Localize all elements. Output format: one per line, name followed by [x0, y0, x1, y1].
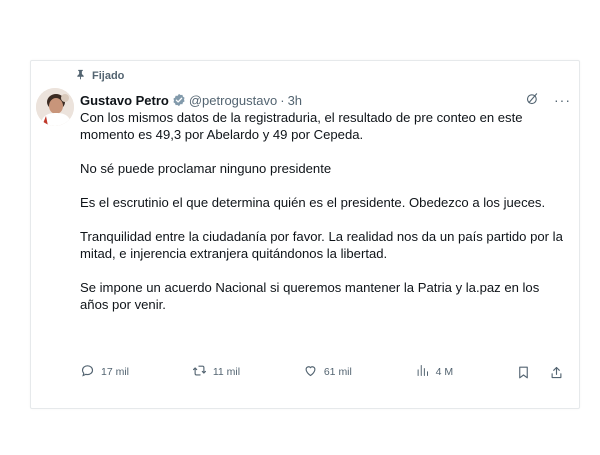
pin-icon [75, 69, 86, 83]
retweet-count: 11 mil [212, 366, 241, 378]
tweet-paragraph: Tranquilidad entre la ciudadanía por fav… [80, 229, 563, 261]
tweet-paragraph: Es el escrutinio el que determina quién … [80, 195, 546, 210]
pinned-label: Fijado [92, 70, 125, 82]
like-button[interactable]: 61 mil [303, 363, 352, 381]
author-handle[interactable]: @petrogustavo [189, 93, 277, 108]
reply-button[interactable]: 17 mil [80, 363, 129, 381]
verified-badge-icon [172, 93, 186, 107]
tweet-paragraph: Se impone un acuerdo Nacional si queremo… [80, 280, 540, 312]
author-name[interactable]: Gustavo Petro [80, 93, 169, 108]
like-count: 61 mil [323, 366, 352, 378]
views-icon [415, 363, 430, 381]
views-count: 4 M [435, 366, 454, 378]
tweet-paragraph: No sé puede proclamar ninguno presidente [80, 161, 332, 176]
retweet-icon [192, 363, 207, 381]
tweet-card[interactable]: Fijado Gustavo Petro @petrogustavo · 3h [30, 60, 580, 409]
separator-dot: · [280, 92, 285, 108]
pinned-indicator: Fijado [75, 69, 124, 83]
bookmark-icon[interactable] [516, 365, 531, 380]
retweet-button[interactable]: 11 mil [192, 363, 240, 381]
like-icon [303, 363, 318, 381]
share-icon[interactable] [549, 365, 564, 380]
reply-count: 17 mil [101, 366, 130, 378]
timestamp[interactable]: 3h [288, 93, 302, 108]
avatar[interactable] [36, 88, 74, 126]
tweet-paragraph: Con los mismos datos de la registraduria… [80, 110, 523, 142]
tweet-actions: 17 mil 11 mil 61 mil 4 M [80, 363, 564, 381]
tweet-header: Gustavo Petro @petrogustavo · 3h ··· [80, 91, 571, 109]
more-icon[interactable]: ··· [554, 93, 571, 107]
tweet-text: Con los mismos datos de la registraduria… [80, 109, 568, 313]
views-button[interactable]: 4 M [415, 363, 454, 381]
reply-icon [80, 363, 95, 381]
grok-icon[interactable] [525, 91, 540, 109]
